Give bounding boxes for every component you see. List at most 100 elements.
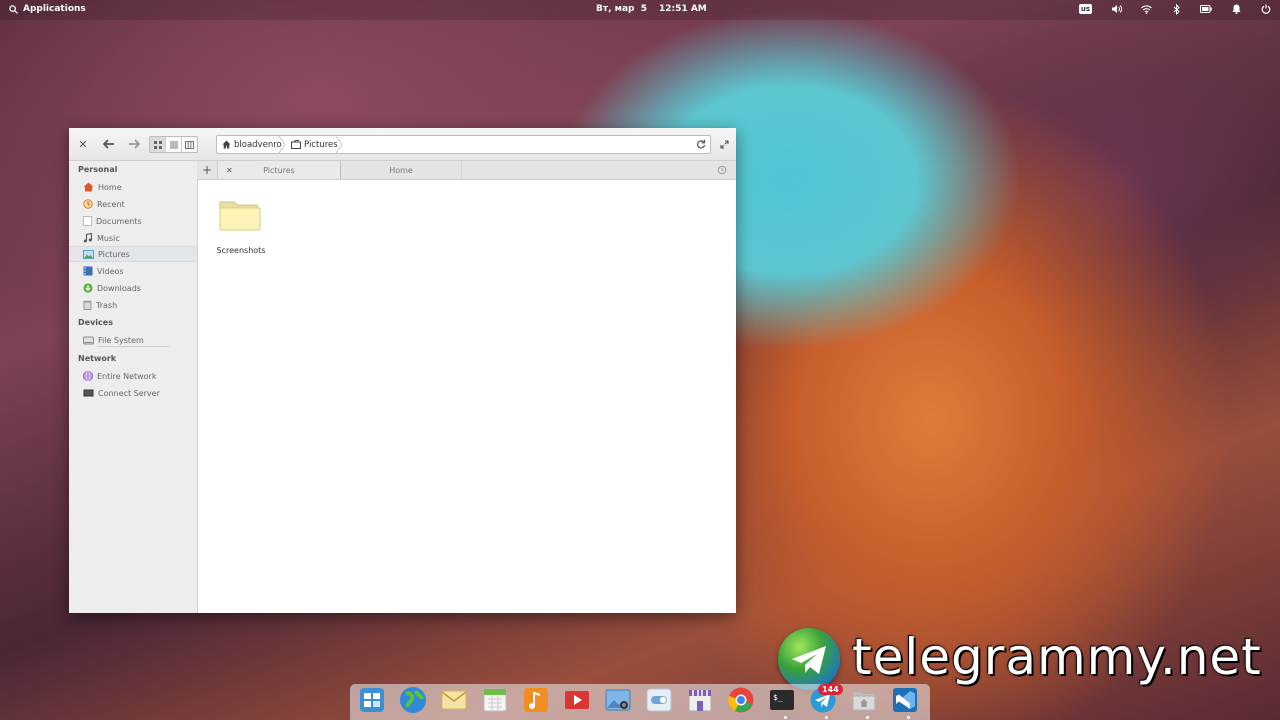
pictures-icon bbox=[83, 249, 94, 259]
sidebar-item-recent[interactable]: Recent bbox=[69, 196, 197, 212]
keyboard-layout-indicator[interactable]: us bbox=[1078, 4, 1092, 14]
dock-web-browser[interactable] bbox=[399, 686, 427, 714]
dock-terminal[interactable]: $_ bbox=[768, 686, 796, 714]
battery-icon[interactable] bbox=[1200, 3, 1212, 15]
sidebar-item-downloads[interactable]: Downloads bbox=[69, 280, 197, 296]
dock-system-settings[interactable] bbox=[645, 686, 673, 714]
chrome-icon bbox=[728, 687, 754, 713]
tab-history-button[interactable] bbox=[713, 161, 731, 179]
sidebar-item-label: Documents bbox=[96, 216, 142, 226]
sidebar-item-pictures[interactable]: Pictures bbox=[69, 246, 197, 262]
tab-label: Pictures bbox=[263, 165, 295, 175]
bluetooth-icon[interactable] bbox=[1170, 3, 1182, 15]
reload-button[interactable] bbox=[696, 139, 706, 152]
video-play-icon bbox=[565, 691, 589, 709]
grid-view-button[interactable] bbox=[150, 137, 166, 152]
sidebar-item-label: Downloads bbox=[97, 283, 141, 293]
headerbar: ✕ bloadvenro Pictures bbox=[69, 128, 736, 161]
sidebar-item-label: Pictures bbox=[98, 249, 130, 259]
running-indicator bbox=[907, 716, 910, 719]
applications-menu[interactable]: Applications bbox=[9, 4, 86, 14]
mail-icon bbox=[441, 690, 467, 710]
breadcrumb-separator bbox=[278, 136, 286, 153]
sidebar: Personal Home Recent Documents Music Pic… bbox=[69, 161, 198, 613]
sidebar-item-label: Home bbox=[98, 182, 122, 192]
downloads-icon bbox=[83, 283, 93, 293]
folder-icon bbox=[219, 201, 261, 231]
running-indicator bbox=[866, 716, 869, 719]
tab-bar: + ✕ Pictures Home bbox=[197, 161, 736, 180]
photos-icon bbox=[605, 689, 631, 711]
applications-label: Applications bbox=[23, 4, 86, 14]
dock-visual-studio-code[interactable] bbox=[891, 686, 919, 714]
sidebar-item-label: Entire Network bbox=[97, 371, 157, 381]
videos-icon bbox=[83, 266, 93, 276]
drive-icon bbox=[83, 336, 94, 344]
running-indicator bbox=[784, 716, 787, 719]
back-button[interactable] bbox=[101, 136, 117, 152]
sidebar-heading-network: Network bbox=[78, 354, 117, 363]
dock-mail[interactable] bbox=[440, 686, 468, 714]
sidebar-heading-personal: Personal bbox=[78, 165, 118, 174]
history-icon bbox=[717, 165, 727, 175]
list-view-icon bbox=[169, 140, 178, 149]
location-bar[interactable]: bloadvenro Pictures bbox=[216, 135, 711, 154]
search-icon bbox=[9, 4, 18, 14]
sidebar-item-label: Trash bbox=[96, 300, 118, 310]
dock-app-center[interactable] bbox=[686, 686, 714, 714]
dock-videos[interactable] bbox=[563, 686, 591, 714]
indicator-area: us bbox=[1078, 3, 1272, 15]
sidebar-item-documents[interactable]: Documents bbox=[69, 213, 197, 229]
sidebar-heading-devices: Devices bbox=[78, 318, 113, 327]
sidebar-item-label: Videos bbox=[97, 266, 124, 276]
dock-google-chrome[interactable] bbox=[727, 686, 755, 714]
home-icon bbox=[83, 182, 94, 192]
grid-view-icon bbox=[153, 140, 162, 149]
dock-photos[interactable] bbox=[604, 686, 632, 714]
reload-icon bbox=[696, 139, 706, 149]
dock-multitasking-view[interactable] bbox=[358, 686, 386, 714]
tab-home[interactable]: Home bbox=[341, 161, 462, 179]
sidebar-item-connect-server[interactable]: Connect Server bbox=[69, 385, 197, 401]
column-view-button[interactable] bbox=[182, 137, 197, 152]
maximize-button[interactable] bbox=[716, 136, 732, 152]
storage-usage-bar bbox=[97, 346, 169, 347]
close-tab-icon[interactable]: ✕ bbox=[226, 166, 233, 175]
time-text: 12:51 AM bbox=[659, 4, 707, 14]
dock-calendar[interactable] bbox=[481, 686, 509, 714]
pictures-folder-icon bbox=[291, 140, 301, 149]
notifications-icon[interactable] bbox=[1230, 3, 1242, 15]
power-icon[interactable] bbox=[1260, 3, 1272, 15]
breadcrumb-label: bloadvenro bbox=[234, 139, 282, 150]
calendar-icon bbox=[483, 688, 507, 712]
close-window-button[interactable]: ✕ bbox=[75, 136, 91, 152]
sidebar-item-trash[interactable]: Trash bbox=[69, 297, 197, 313]
sidebar-item-videos[interactable]: Videos bbox=[69, 263, 197, 279]
sidebar-item-entire-network[interactable]: Entire Network bbox=[69, 368, 197, 384]
datetime-indicator[interactable]: Вт, мар 5 12:51 AM bbox=[596, 4, 707, 14]
sidebar-item-music[interactable]: Music bbox=[69, 230, 197, 246]
trash-icon bbox=[83, 300, 92, 310]
music-icon bbox=[83, 233, 93, 243]
documents-icon bbox=[83, 216, 92, 226]
running-indicator bbox=[825, 716, 828, 719]
tab-pictures[interactable]: ✕ Pictures bbox=[218, 161, 341, 179]
breadcrumb-separator bbox=[335, 136, 343, 153]
close-icon: ✕ bbox=[78, 137, 88, 151]
sidebar-item-label: Music bbox=[97, 233, 120, 243]
globe-icon bbox=[400, 687, 426, 713]
volume-icon[interactable] bbox=[1110, 3, 1122, 15]
breadcrumb-pictures[interactable]: Pictures bbox=[291, 136, 338, 153]
column-view-icon bbox=[185, 140, 194, 149]
list-view-button[interactable] bbox=[166, 137, 182, 152]
sidebar-item-label: File System bbox=[98, 335, 144, 345]
sidebar-item-home[interactable]: Home bbox=[69, 179, 197, 195]
forward-button[interactable] bbox=[126, 136, 142, 152]
arrow-right-icon bbox=[129, 139, 140, 149]
dock-files[interactable] bbox=[850, 686, 878, 714]
wifi-icon[interactable] bbox=[1140, 3, 1152, 15]
multitasking-icon bbox=[360, 688, 384, 712]
dock-music[interactable] bbox=[522, 686, 550, 714]
breadcrumb-home[interactable]: bloadvenro bbox=[222, 136, 282, 153]
new-tab-button[interactable]: + bbox=[197, 161, 218, 179]
